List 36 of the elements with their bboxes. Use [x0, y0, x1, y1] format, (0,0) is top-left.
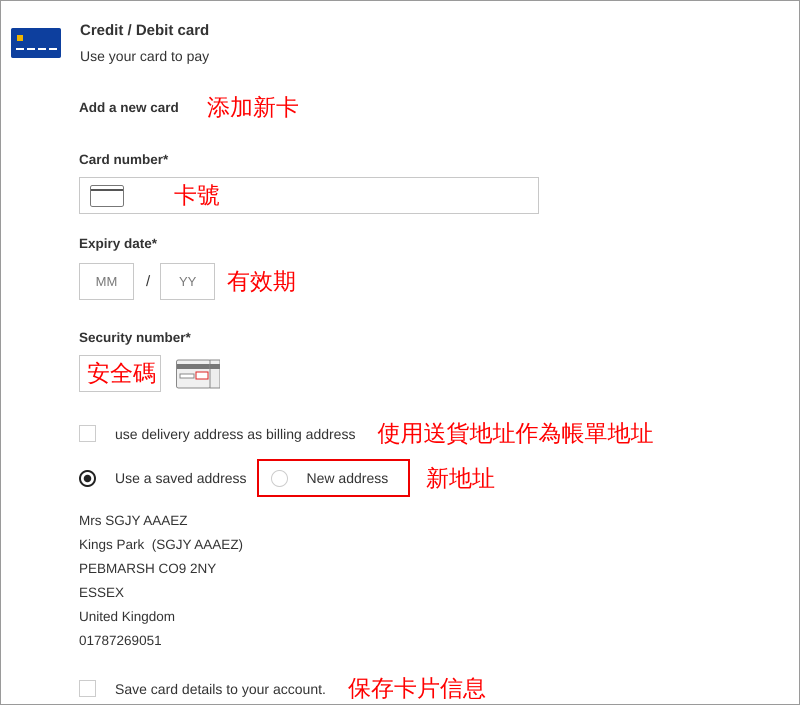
option-label: Use a saved address	[115, 470, 247, 486]
card-outline-icon	[90, 184, 124, 206]
annotation-text: 新地址	[426, 464, 496, 494]
date-separator: /	[146, 273, 150, 290]
checkbox-label: use delivery address as billing address	[115, 426, 356, 442]
checkbox-label: Save card details to your account.	[115, 680, 326, 696]
address-line: Kings Park (SGJY AAAEZ)	[79, 536, 244, 554]
address-line: ESSEX	[79, 584, 126, 602]
address-option[interactable]: New address	[256, 459, 410, 497]
checkbox[interactable]	[79, 680, 96, 697]
address-line: Mrs SGJY AAAEZ	[79, 512, 189, 530]
security-number-field[interactable]: 安全碼	[79, 355, 161, 392]
month-field[interactable]: MM	[79, 263, 134, 300]
address-line: United Kingdom	[79, 608, 176, 626]
option-label: New address	[306, 470, 388, 486]
address-line: 01787269051	[79, 632, 163, 650]
field-label: Security number*	[79, 330, 192, 345]
radio-button[interactable]	[79, 470, 96, 486]
annotation-text: 卡號	[174, 182, 220, 211]
section-heading: Add a new card	[79, 100, 179, 114]
field-label: Card number*	[79, 152, 170, 167]
payment-title: Credit / Debit card	[80, 22, 210, 39]
annotation-text: 安全碼	[87, 360, 156, 389]
annotation-text: 添加新卡	[206, 94, 299, 122]
address-line: PEBMARSH CO9 2NY	[79, 560, 218, 578]
annotation-text: 使用送貨地址作為帳單地址	[377, 420, 654, 449]
year-field[interactable]: YY	[160, 263, 216, 300]
card-number-field[interactable]: 卡號	[79, 177, 539, 214]
field-label: Expiry date*	[79, 236, 158, 251]
annotation-text: 有效期	[227, 268, 296, 297]
payment-subtitle: Use your card to pay	[80, 48, 210, 64]
checkbox[interactable]	[79, 425, 96, 442]
card-back-icon	[176, 358, 220, 388]
annotation-text: 保存卡片信息	[348, 675, 486, 704]
credit-card-icon	[11, 28, 61, 58]
address-option[interactable]: Use a saved address	[79, 461, 257, 495]
